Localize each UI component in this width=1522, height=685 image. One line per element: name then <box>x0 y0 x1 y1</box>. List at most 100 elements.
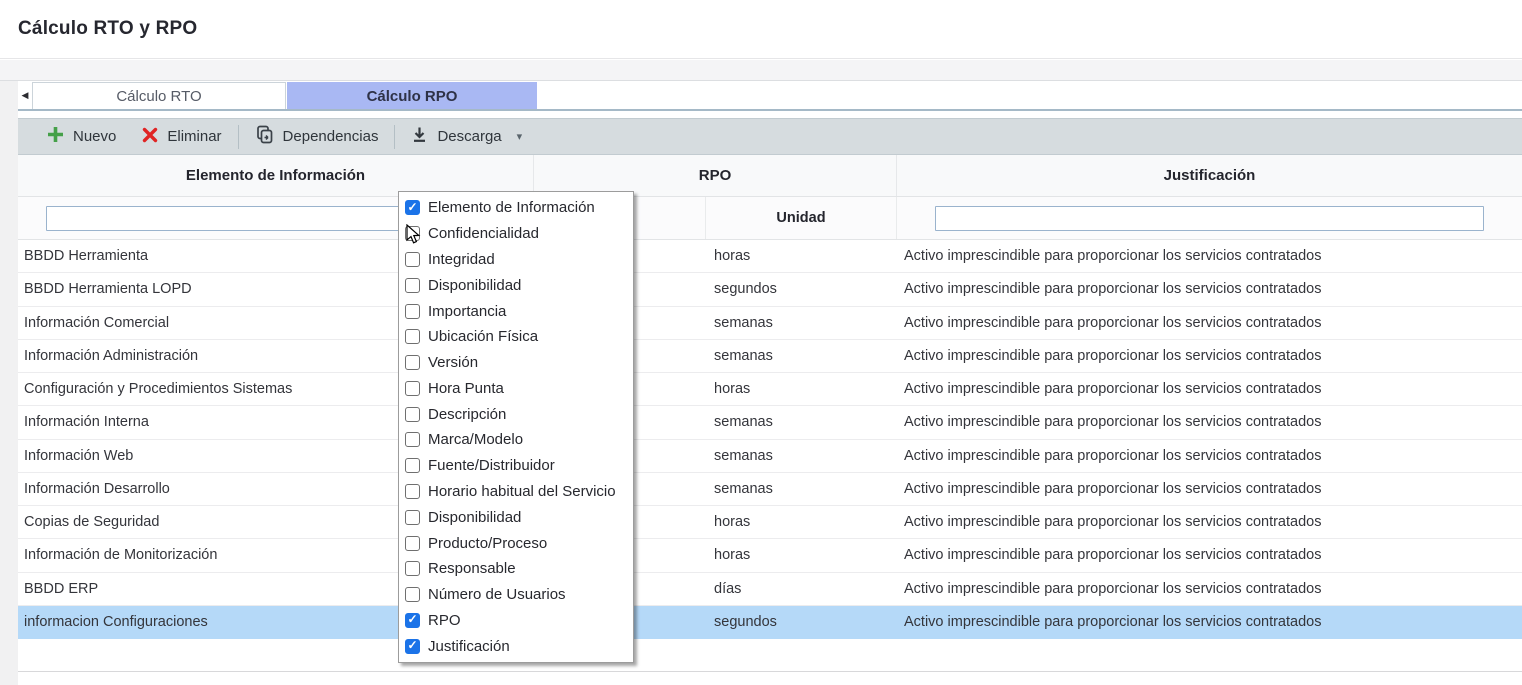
column-menu-item[interactable]: Descripción <box>405 401 633 427</box>
unidad-cell: semanas <box>706 307 897 339</box>
column-menu-item[interactable]: Hora Punta <box>405 375 633 401</box>
column-menu-item[interactable]: Fuente/Distribuidor <box>405 453 633 479</box>
nuevo-button[interactable]: Nuevo <box>34 119 129 154</box>
unidad-cell: semanas <box>706 440 897 472</box>
chevron-down-icon: ▾ <box>517 130 523 143</box>
descarga-label: Descarga <box>437 128 501 145</box>
column-menu-item[interactable]: Marca/Modelo <box>405 427 633 453</box>
column-menu-item-label: Hora Punta <box>428 380 504 397</box>
column-menu-item-label: Importancia <box>428 303 506 320</box>
column-menu-item[interactable]: Disponibilidad <box>405 272 633 298</box>
unidad-cell: segundos <box>706 606 897 638</box>
download-icon <box>411 126 428 147</box>
column-menu-item[interactable]: Importancia <box>405 298 633 324</box>
checkbox-icon[interactable] <box>405 561 420 576</box>
unidad-cell: días <box>706 573 897 605</box>
tab-calculo-rpo[interactable]: Cálculo RPO <box>287 82 537 109</box>
checkbox-icon[interactable] <box>405 329 420 344</box>
column-menu-item-label: Integridad <box>428 251 495 268</box>
table-row[interactable]: Información Administración semanas Activ… <box>18 340 1522 373</box>
column-header-elemento[interactable]: Elemento de Información <box>18 155 534 196</box>
table-row[interactable]: Información Comercial semanas Activo imp… <box>18 307 1522 340</box>
unidad-cell: horas <box>706 240 897 272</box>
table-row[interactable]: BBDD Herramienta LOPD segundos Activo im… <box>18 273 1522 306</box>
tab-calculo-rto[interactable]: Cálculo RTO <box>32 82 286 109</box>
table-row[interactable]: Configuración y Procedimientos Sistemas … <box>18 373 1522 406</box>
unidad-cell: segundos <box>706 273 897 305</box>
column-menu-item-label: Disponibilidad <box>428 509 521 526</box>
column-menu-item-label: Marca/Modelo <box>428 431 523 448</box>
table-row[interactable]: Copias de Seguridad horas Activo impresc… <box>18 506 1522 539</box>
checkbox-icon[interactable] <box>405 510 420 525</box>
tab-label: Cálculo RPO <box>367 88 458 105</box>
filter-row: Unidad <box>18 197 1522 240</box>
checkbox-icon[interactable] <box>405 278 420 293</box>
empty-row <box>18 639 1522 672</box>
tab-label: Cálculo RTO <box>116 88 201 105</box>
column-menu-item[interactable]: Integridad <box>405 247 633 273</box>
x-icon <box>142 127 158 147</box>
unidad-cell: semanas <box>706 473 897 505</box>
column-menu-item[interactable]: Confidencialidad <box>405 221 633 247</box>
tab-strip: ◀ Cálculo RTO Cálculo RPO <box>18 82 1522 111</box>
checkbox-icon[interactable] <box>405 226 420 241</box>
column-menu-item-label: Ubicación Física <box>428 328 538 345</box>
tab-scroll-left-button[interactable]: ◀ <box>18 82 32 109</box>
checkbox-icon[interactable] <box>405 484 420 499</box>
column-menu-item[interactable]: Responsable <box>405 556 633 582</box>
dependencias-button[interactable]: Dependencias <box>242 119 392 154</box>
dependencies-icon <box>255 125 274 148</box>
checkbox-icon[interactable] <box>405 252 420 267</box>
table-row[interactable]: Información Web semanas Activo imprescin… <box>18 440 1522 473</box>
column-header-justificacion[interactable]: Justificación <box>897 155 1522 196</box>
justificacion-filter-input[interactable] <box>935 206 1484 231</box>
table-header: Elemento de Información RPO Justificació… <box>18 155 1522 197</box>
checkbox-icon[interactable] <box>405 407 420 422</box>
column-menu-item[interactable]: Elemento de Información <box>405 195 633 221</box>
checkbox-icon[interactable] <box>405 458 420 473</box>
checkbox-icon[interactable] <box>405 432 420 447</box>
checkbox-icon[interactable] <box>405 381 420 396</box>
checkbox-icon[interactable] <box>405 587 420 602</box>
column-menu-item[interactable]: Justificación <box>405 633 633 659</box>
descarga-button[interactable]: Descarga ▾ <box>398 119 535 154</box>
checkbox-icon[interactable] <box>405 639 420 654</box>
checkbox-icon[interactable] <box>405 200 420 215</box>
justificacion-cell: Activo imprescindible para proporcionar … <box>897 406 1522 438</box>
checkbox-icon[interactable] <box>405 304 420 319</box>
plus-icon <box>47 126 64 147</box>
table-row[interactable]: Información de Monitorización horas Acti… <box>18 539 1522 572</box>
column-header-rpo[interactable]: RPO <box>534 155 897 196</box>
toolbar: Nuevo Eliminar Dependencias Descarga ▾ <box>18 118 1522 155</box>
table-row[interactable]: Información Interna semanas Activo impre… <box>18 406 1522 439</box>
checkbox-icon[interactable] <box>405 355 420 370</box>
table-row[interactable]: BBDD ERP días Activo imprescindible para… <box>18 573 1522 606</box>
unidad-cell: semanas <box>706 406 897 438</box>
unidad-cell: semanas <box>706 340 897 372</box>
justificacion-cell: Activo imprescindible para proporcionar … <box>897 506 1522 538</box>
column-menu-item[interactable]: RPO <box>405 608 633 634</box>
column-menu-item[interactable]: Número de Usuarios <box>405 582 633 608</box>
justificacion-cell: Activo imprescindible para proporcionar … <box>897 473 1522 505</box>
column-menu-item[interactable]: Producto/Proceso <box>405 530 633 556</box>
column-menu-item[interactable]: Versión <box>405 350 633 376</box>
column-menu-item-label: Responsable <box>428 560 516 577</box>
unidad-cell: horas <box>706 539 897 571</box>
column-menu-item-label: Confidencialidad <box>428 225 539 242</box>
unidad-cell: horas <box>706 373 897 405</box>
eliminar-button[interactable]: Eliminar <box>129 119 234 154</box>
column-menu-item[interactable]: Ubicación Física <box>405 324 633 350</box>
column-menu-item[interactable]: Horario habitual del Servicio <box>405 479 633 505</box>
checkbox-icon[interactable] <box>405 613 420 628</box>
column-menu-item-label: Fuente/Distribuidor <box>428 457 555 474</box>
dependencias-label: Dependencias <box>283 128 379 145</box>
table-row[interactable]: BBDD Herramienta horas Activo imprescind… <box>18 240 1522 273</box>
unidad-subheader: Unidad <box>706 197 897 239</box>
justificacion-cell: Activo imprescindible para proporcionar … <box>897 573 1522 605</box>
column-menu-item[interactable]: Disponibilidad <box>405 504 633 530</box>
column-menu-item-label: Horario habitual del Servicio <box>428 483 616 500</box>
checkbox-icon[interactable] <box>405 536 420 551</box>
table-row[interactable]: Información Desarrollo semanas Activo im… <box>18 473 1522 506</box>
table-body: BBDD Herramienta horas Activo imprescind… <box>18 240 1522 672</box>
table-row[interactable]: informacion Configuraciones segundos Act… <box>18 606 1522 639</box>
